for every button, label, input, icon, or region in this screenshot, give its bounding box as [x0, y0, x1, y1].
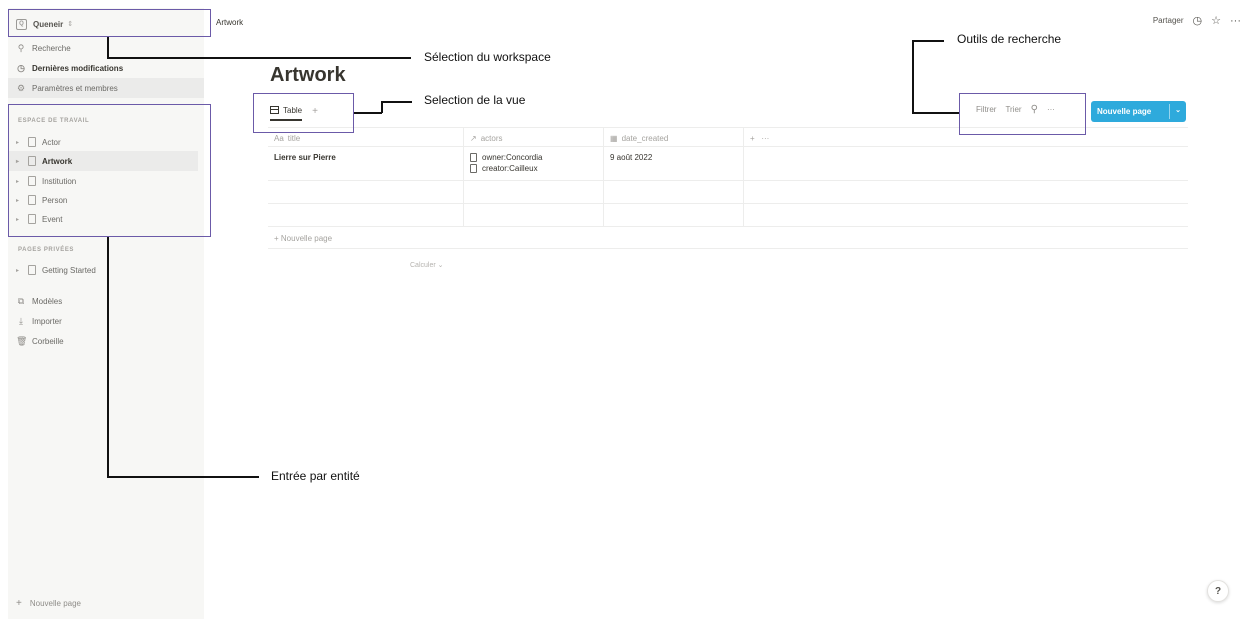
- annotation-box-workspace: [8, 9, 211, 37]
- sidebar-item-getting-started[interactable]: ▸ Getting Started: [8, 260, 198, 280]
- annotation-line: [107, 57, 411, 59]
- annotation-line: [912, 40, 944, 42]
- add-property-icon[interactable]: +: [750, 134, 755, 143]
- annotation-box-search-tools: [959, 93, 1086, 135]
- header-label: title: [287, 134, 301, 143]
- text-property-icon: Aa: [274, 134, 284, 143]
- actor-link[interactable]: creator:Cailleux: [470, 163, 597, 173]
- header-label: actors: [480, 134, 503, 143]
- cell-title[interactable]: Lierre sur Pierre: [268, 147, 464, 180]
- sidebar-item-label: Getting Started: [42, 265, 96, 275]
- page-icon: [470, 163, 477, 173]
- table-row[interactable]: [268, 204, 1188, 227]
- actor-label: owner:Concordia: [482, 152, 543, 162]
- page-title: Artwork: [270, 64, 346, 86]
- table-row[interactable]: Lierre sur Pierre owner:Concordia creato…: [268, 147, 1188, 181]
- sidebar-trash[interactable]: 🗑 Corbeille: [8, 331, 204, 351]
- sidebar-new-page-label: Nouvelle page: [29, 598, 81, 608]
- templates-icon: ⧉: [17, 295, 25, 306]
- actor-label: creator:Cailleux: [482, 163, 538, 173]
- annotation-line: [912, 40, 914, 113]
- help-button[interactable]: ?: [1207, 580, 1229, 602]
- annotation-entity-label: Entrée par entité: [271, 469, 360, 483]
- page-icon: [470, 152, 477, 162]
- page-icon: [28, 265, 36, 275]
- trash-icon: 🗑: [16, 335, 28, 346]
- sidebar-settings[interactable]: ⚙ Paramètres et membres: [8, 78, 204, 98]
- header-actors[interactable]: ↗ actors: [464, 128, 604, 146]
- chevron-down-icon[interactable]: ⌄: [1175, 106, 1181, 114]
- annotation-box-entity: [8, 104, 211, 237]
- sidebar-templates[interactable]: ⧉ Modèles: [8, 291, 204, 311]
- annotation-line: [381, 101, 383, 113]
- annotation-line: [107, 476, 259, 478]
- button-divider: [1169, 104, 1170, 119]
- history-icon[interactable]: ◷: [1193, 14, 1203, 27]
- gear-icon: ⚙: [16, 82, 26, 93]
- sidebar-trash-label: Corbeille: [32, 336, 64, 346]
- annotation-search-tools-label: Outils de recherche: [957, 32, 1062, 46]
- sidebar-settings-label: Paramètres et membres: [32, 83, 118, 93]
- new-page-label: Nouvelle page: [1097, 107, 1152, 116]
- cell-date[interactable]: [604, 204, 744, 226]
- new-page-button[interactable]: Nouvelle page ⌄: [1091, 101, 1186, 122]
- share-button[interactable]: Partager: [1153, 16, 1184, 25]
- table-row[interactable]: [268, 181, 1188, 204]
- relation-icon: ↗: [470, 134, 477, 143]
- header-date[interactable]: ▦ date_created: [604, 128, 744, 146]
- sidebar-templates-label: Modèles: [32, 296, 63, 306]
- more-icon[interactable]: ···: [1230, 15, 1241, 27]
- sidebar: Q Queneir ⇕ ⚲ Recherche ◷ Dernières modi…: [8, 8, 204, 619]
- annotation-line: [381, 101, 412, 103]
- more-icon[interactable]: ···: [761, 134, 769, 143]
- private-section-label: PAGES PRIVÉES: [18, 247, 75, 253]
- cell-date[interactable]: 9 août 2022: [604, 147, 744, 180]
- calendar-icon: ▦: [610, 134, 618, 143]
- plus-icon: +: [16, 597, 22, 609]
- topbar-actions: Partager ◷ ☆ ···: [1153, 14, 1241, 28]
- annotation-box-view: [253, 93, 354, 133]
- cell-title[interactable]: [268, 204, 464, 226]
- sidebar-import[interactable]: ⤓ Importer: [8, 311, 204, 331]
- cell-actors[interactable]: [464, 181, 604, 203]
- search-icon: ⚲: [17, 42, 25, 53]
- plus-icon: +: [274, 234, 279, 243]
- actor-link[interactable]: owner:Concordia: [470, 152, 597, 162]
- cell-actors[interactable]: [464, 204, 604, 226]
- header-label: date_created: [621, 134, 669, 143]
- sidebar-search[interactable]: ⚲ Recherche: [8, 38, 204, 58]
- breadcrumb[interactable]: Artwork: [216, 18, 243, 27]
- cell-title-value: Lierre sur Pierre: [274, 153, 336, 162]
- import-icon: ⤓: [19, 315, 23, 326]
- sidebar-search-label: Recherche: [32, 43, 71, 53]
- toggle-icon[interactable]: ▸: [16, 267, 24, 274]
- cell-actors[interactable]: owner:Concordia creator:Cailleux: [464, 147, 604, 180]
- annotation-line: [912, 112, 959, 114]
- add-row-label: Nouvelle page: [280, 234, 333, 243]
- clock-icon: ◷: [17, 62, 25, 73]
- annotation-view-label: Selection de la vue: [424, 93, 526, 107]
- add-row-button[interactable]: + Nouvelle page: [268, 227, 1188, 249]
- sidebar-recent-changes[interactable]: ◷ Dernières modifications: [8, 58, 204, 78]
- star-icon[interactable]: ☆: [1211, 14, 1221, 27]
- sidebar-recent-label: Dernières modifications: [32, 63, 124, 73]
- cell-title[interactable]: [268, 181, 464, 203]
- annotation-line: [107, 37, 109, 58]
- cell-empty: [744, 147, 1188, 180]
- annotation-workspace-label: Sélection du workspace: [424, 50, 551, 64]
- annotation-line: [107, 237, 109, 477]
- annotation-line: [354, 112, 382, 114]
- cell-date[interactable]: [604, 181, 744, 203]
- database-table: Aa title ↗ actors ▦ date_created + ··· Lier…: [268, 127, 1188, 249]
- sidebar-import-label: Importer: [32, 316, 62, 326]
- cell-date-value: 9 août 2022: [610, 153, 653, 162]
- sidebar-new-page-button[interactable]: + Nouvelle page: [8, 593, 204, 613]
- calculate-label: Calculer: [410, 262, 436, 269]
- calculate-button[interactable]: Calculer ⌄: [410, 261, 444, 269]
